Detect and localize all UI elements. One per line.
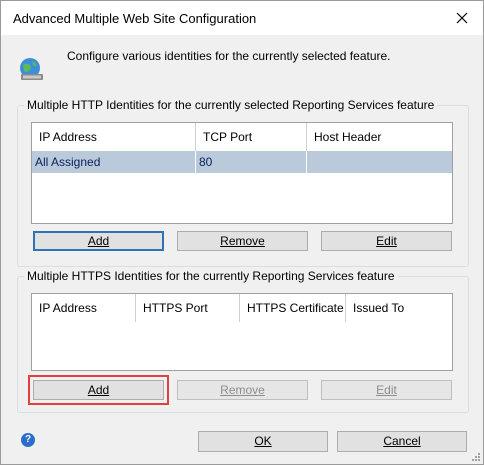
http-group-label: Multiple HTTP Identities for the current… [24, 98, 438, 112]
https-remove-button[interactable]: Remove [177, 380, 308, 400]
close-icon [456, 12, 468, 24]
ok-button[interactable]: OK [198, 431, 328, 452]
cell-host-header [307, 151, 452, 173]
http-identities-group: Multiple HTTP Identities for the current… [17, 98, 469, 267]
column-header-tcp-port[interactable]: TCP Port [196, 123, 307, 151]
title-bar: Advanced Multiple Web Site Configuration [1, 1, 483, 35]
http-remove-label: Remove [220, 234, 265, 248]
add-button-highlight [28, 375, 169, 405]
column-header-https-port[interactable]: HTTPS Port [136, 294, 240, 322]
https-table-header: IP Address HTTPS Port HTTPS Certificate … [32, 294, 452, 322]
table-row[interactable]: All Assigned 80 [32, 151, 452, 173]
https-remove-label: Remove [220, 383, 265, 397]
header-description: Configure various identities for the cur… [67, 49, 391, 63]
http-edit-label: Edit [376, 234, 397, 248]
resize-grip-icon[interactable] [471, 452, 481, 462]
http-add-button[interactable]: Add [33, 231, 164, 251]
http-table-header: IP Address TCP Port Host Header [32, 123, 452, 151]
http-add-label: Add [87, 234, 110, 248]
column-header-https-certificate[interactable]: HTTPS Certificate [240, 294, 346, 322]
cancel-button[interactable]: Cancel [337, 431, 467, 452]
https-edit-button[interactable]: Edit [321, 380, 452, 400]
https-identities-group: Multiple HTTPS Identities for the curren… [17, 269, 469, 413]
ok-label: OK [254, 434, 272, 448]
help-icon[interactable]: ? [21, 433, 35, 447]
column-header-ip-address[interactable]: IP Address [32, 123, 196, 151]
close-button[interactable] [447, 5, 477, 31]
dialog-window: Advanced Multiple Web Site Configuration… [0, 0, 484, 465]
web-site-globe-icon [20, 58, 43, 80]
http-remove-button[interactable]: Remove [177, 231, 308, 251]
https-identities-table[interactable]: IP Address HTTPS Port HTTPS Certificate … [31, 293, 453, 371]
window-title: Advanced Multiple Web Site Configuration [13, 11, 257, 26]
column-header-ip-address[interactable]: IP Address [32, 294, 136, 322]
https-edit-label: Edit [376, 383, 397, 397]
cell-tcp-port: 80 [196, 151, 307, 173]
http-identities-table[interactable]: IP Address TCP Port Host Header All Assi… [31, 122, 453, 224]
dialog-body: Configure various identities for the cur… [1, 35, 483, 464]
column-header-issued-to[interactable]: Issued To [346, 294, 452, 322]
cell-ip-address: All Assigned [32, 151, 196, 173]
cancel-label: Cancel [383, 434, 421, 448]
column-header-host-header[interactable]: Host Header [307, 123, 452, 151]
http-edit-button[interactable]: Edit [321, 231, 452, 251]
https-group-label: Multiple HTTPS Identities for the curren… [24, 269, 398, 283]
